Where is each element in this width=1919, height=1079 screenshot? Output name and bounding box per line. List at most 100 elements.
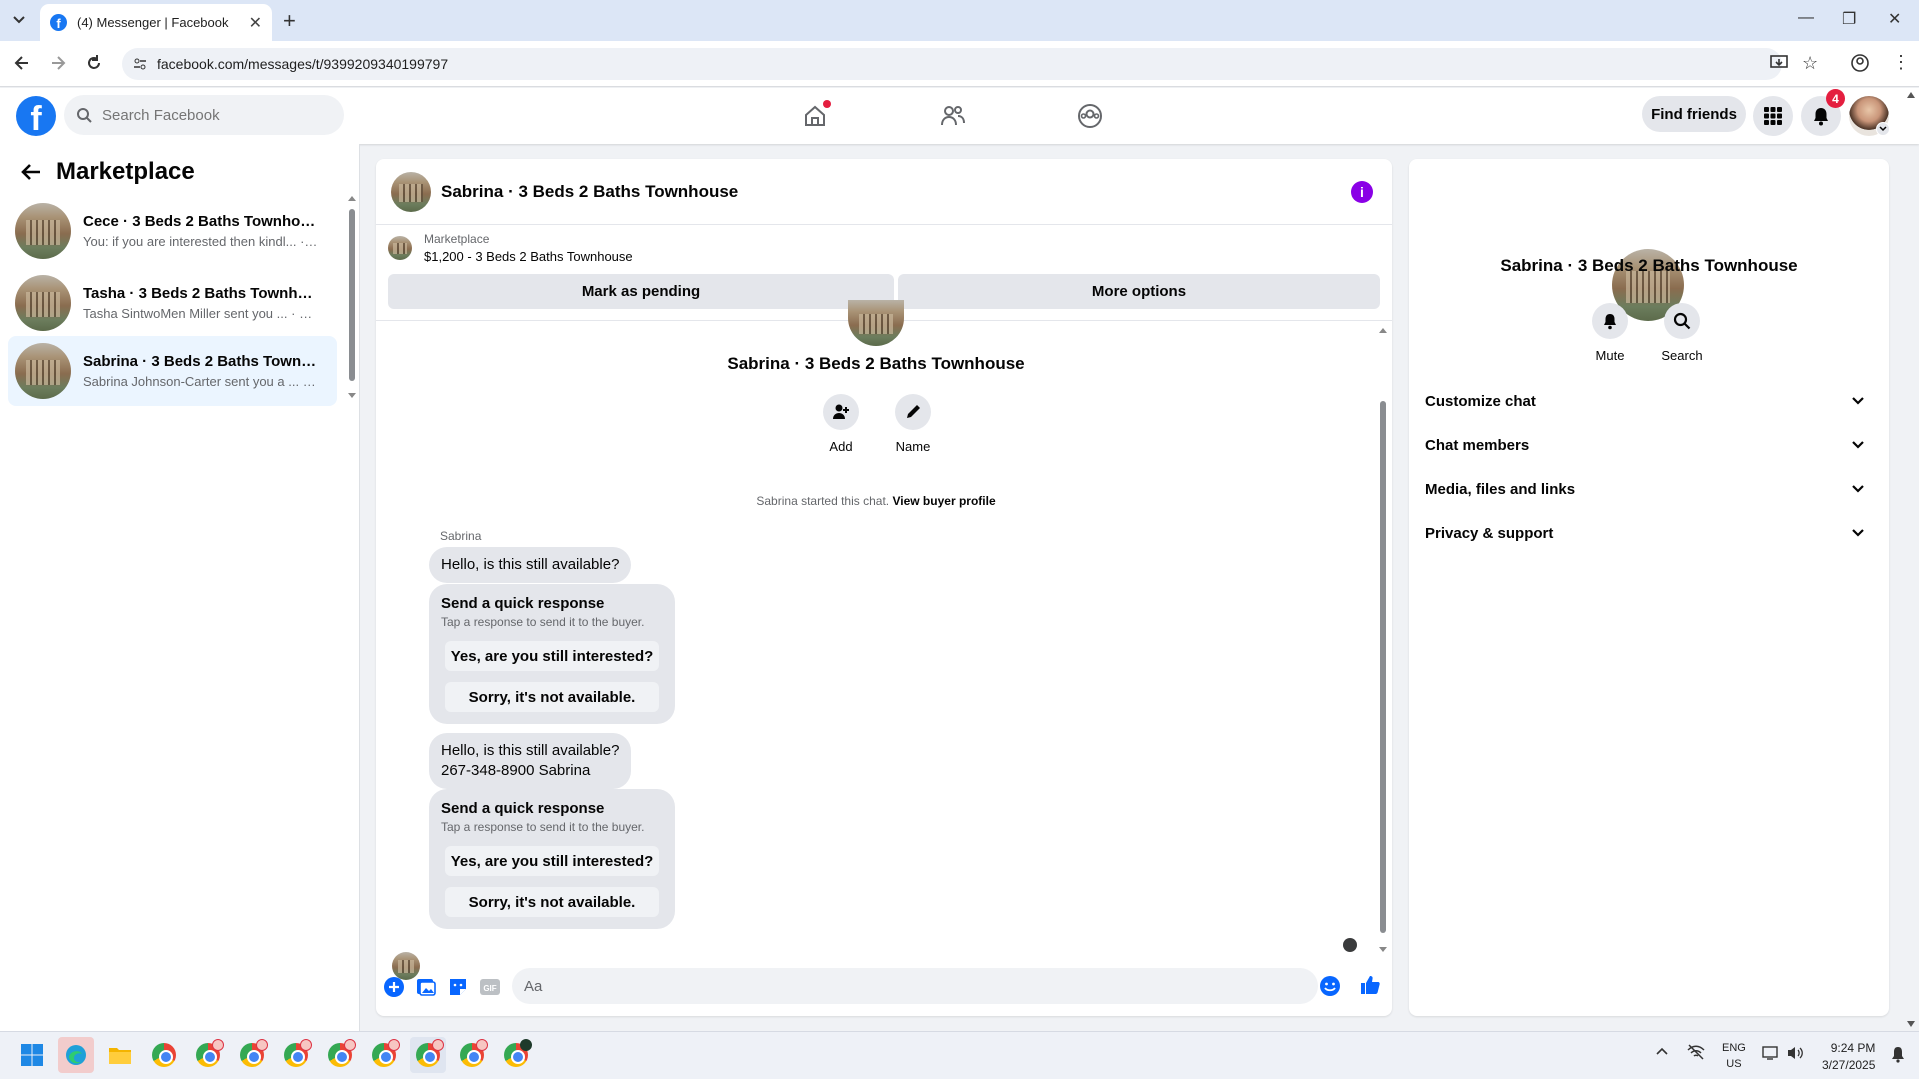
sticker-icon[interactable] [446, 975, 470, 999]
network-icon[interactable] [1686, 1044, 1706, 1060]
chevron-down-icon [1851, 440, 1865, 450]
message-input-field[interactable] [512, 968, 1318, 1004]
pencil-icon[interactable] [895, 394, 931, 430]
chrome-profile-icon[interactable] [498, 1037, 534, 1073]
address-bar[interactable]: facebook.com/messages/t/9399209340199797 [122, 48, 1782, 80]
notification-center-icon[interactable] [1890, 1045, 1906, 1063]
chat-scrollbar[interactable] [1379, 325, 1387, 955]
chrome-profile-active-icon[interactable] [410, 1037, 446, 1073]
quick-response-sorry-button[interactable]: Sorry, it's not available. [445, 887, 659, 917]
like-thumb-icon[interactable] [1358, 973, 1382, 997]
window-close-icon[interactable]: ✕ [1888, 9, 1901, 29]
clock-time: 9:24 PM [1830, 1041, 1876, 1055]
display-icon[interactable] [1762, 1045, 1780, 1061]
minimize-icon[interactable]: — [1798, 9, 1814, 27]
search-in-chat-icon[interactable] [1664, 303, 1700, 339]
message-bubble[interactable]: Hello, is this still available? [429, 547, 632, 583]
profile-icon[interactable] [1850, 53, 1870, 73]
chrome-profile-icon[interactable] [322, 1037, 358, 1073]
customize-chat-section[interactable]: Customize chat [1425, 383, 1877, 419]
emoji-icon[interactable] [1318, 974, 1342, 998]
chat-started-notice: Sabrina started this chat. View buyer pr… [376, 494, 1376, 508]
conversation-time: · 13h [291, 306, 318, 321]
section-label: Customize chat [1425, 392, 1536, 410]
search-in-chat-action[interactable]: Search [1647, 303, 1717, 363]
account-chevron-icon[interactable] [1876, 122, 1890, 136]
quick-response-card: Send a quick response Tap a response to … [429, 789, 675, 929]
chrome-icon[interactable] [146, 1037, 182, 1073]
quick-response-yes-button[interactable]: Yes, are you still interested? [445, 641, 659, 671]
marketplace-title: Marketplace [56, 158, 195, 185]
mute-label: Mute [1595, 348, 1625, 363]
mute-action[interactable]: Mute [1575, 303, 1645, 363]
new-tab-icon[interactable]: + [283, 8, 296, 34]
reload-icon[interactable] [84, 53, 104, 73]
chrome-profile-icon[interactable] [190, 1037, 226, 1073]
view-buyer-profile-link[interactable]: View buyer profile [892, 494, 995, 508]
back-arrow-icon[interactable] [20, 162, 42, 182]
menu-grid-icon[interactable] [1753, 96, 1793, 136]
conversation-item[interactable]: Tasha · 3 Beds 2 Baths Townhouse Tasha S… [8, 268, 337, 338]
browser-menu-icon[interactable]: ⋮ [1892, 52, 1910, 73]
mark-as-pending-button[interactable]: Mark as pending [388, 274, 894, 309]
find-friends-button[interactable]: Find friends [1642, 96, 1746, 132]
facebook-search[interactable] [64, 95, 344, 135]
home-icon[interactable] [793, 96, 837, 136]
listing-thumbnail [15, 275, 71, 331]
group-name: Sabrina · 3 Beds 2 Baths Townhouse [727, 354, 1025, 373]
close-tab-icon[interactable]: ✕ [249, 13, 262, 33]
chat-avatar[interactable] [391, 171, 431, 212]
windows-start-icon[interactable] [14, 1037, 50, 1073]
quick-response-subtitle: Tap a response to send it to the buyer. [441, 820, 645, 834]
chat-title[interactable]: Sabrina · 3 Beds 2 Baths Townhouse [441, 182, 738, 202]
bookmark-star-icon[interactable]: ☆ [1802, 53, 1818, 74]
system-clock[interactable]: 9:24 PM 3/27/2025 [1822, 1040, 1875, 1074]
edge-browser-icon[interactable] [58, 1037, 94, 1073]
quick-response-sorry-button[interactable]: Sorry, it's not available. [445, 682, 659, 712]
facebook-logo-icon[interactable]: f [16, 96, 56, 136]
more-options-button[interactable]: More options [898, 274, 1380, 309]
listing-thumbnail [15, 203, 71, 259]
restore-icon[interactable]: ❐ [1842, 9, 1856, 29]
more-actions-plus-icon[interactable] [382, 975, 406, 999]
conversation-item[interactable]: Cece · 3 Beds 2 Baths Townhouse You: if … [8, 196, 337, 266]
conversation-info-icon[interactable]: i [1351, 181, 1373, 203]
site-info-icon[interactable] [132, 56, 148, 72]
chrome-profile-icon[interactable] [278, 1037, 314, 1073]
conversation-list-scrollbar[interactable] [348, 195, 356, 398]
file-explorer-icon[interactable] [102, 1037, 138, 1073]
conversation-time: · 3h [300, 234, 318, 249]
forward-icon[interactable] [48, 53, 68, 73]
page-scrollbar[interactable] [1903, 88, 1919, 1031]
conversation-item-active[interactable]: Sabrina · 3 Beds 2 Baths Townho... Sabri… [8, 336, 337, 406]
message-bubble[interactable]: Hello, is this still available? 267-348-… [429, 733, 632, 789]
attach-photo-icon[interactable] [414, 975, 438, 999]
quick-response-yes-button[interactable]: Yes, are you still interested? [445, 846, 659, 876]
gif-icon[interactable]: GIF [478, 975, 502, 999]
language-indicator[interactable]: ENG US [1722, 1040, 1746, 1072]
privacy-support-section[interactable]: Privacy & support [1425, 515, 1877, 551]
tab-search-chevron-icon[interactable] [10, 10, 28, 28]
media-files-links-section[interactable]: Media, files and links [1425, 471, 1877, 507]
install-app-icon[interactable] [1769, 54, 1789, 72]
browser-tab-messenger[interactable]: f (4) Messenger | Facebook ✕ [40, 4, 272, 41]
friends-icon[interactable] [931, 96, 975, 136]
section-label: Privacy & support [1425, 524, 1554, 542]
message-input[interactable] [524, 977, 1264, 995]
add-people-action[interactable]: Add [811, 394, 871, 454]
tray-chevron-up-icon[interactable] [1655, 1046, 1669, 1056]
groups-icon[interactable] [1068, 96, 1112, 136]
chevron-down-icon [1851, 528, 1865, 538]
mute-bell-icon[interactable] [1592, 303, 1628, 339]
listing-title: $1,200 - 3 Beds 2 Baths Townhouse [424, 249, 633, 264]
volume-icon[interactable] [1786, 1045, 1804, 1061]
chat-members-section[interactable]: Chat members [1425, 427, 1877, 463]
add-person-icon[interactable] [823, 394, 859, 430]
chrome-profile-icon[interactable] [234, 1037, 270, 1073]
name-chat-action[interactable]: Name [883, 394, 943, 454]
chrome-profile-icon[interactable] [366, 1037, 402, 1073]
chrome-profile-icon[interactable] [454, 1037, 490, 1073]
back-icon[interactable] [12, 53, 32, 73]
search-input[interactable] [102, 106, 302, 124]
listing-info[interactable]: Marketplace $1,200 - 3 Beds 2 Baths Town… [388, 232, 633, 264]
